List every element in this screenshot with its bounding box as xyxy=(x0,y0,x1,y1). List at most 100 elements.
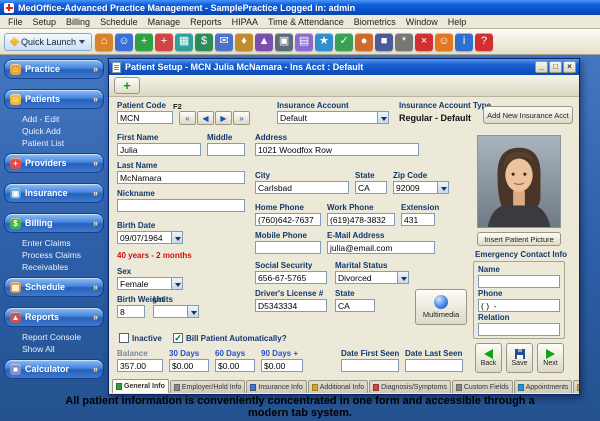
zip-code-select[interactable] xyxy=(393,181,449,194)
tab-appointments[interactable]: Appointments xyxy=(514,380,573,393)
dropdown-arrow-icon[interactable] xyxy=(397,271,409,284)
units-select[interactable] xyxy=(153,305,199,318)
payments-icon[interactable]: ♦ xyxy=(235,33,253,51)
practice-icon[interactable]: ⌂ xyxy=(95,33,113,51)
mobile-phone-input[interactable] xyxy=(255,241,321,254)
birth-date-select[interactable] xyxy=(117,231,183,244)
emergency-relation-input[interactable] xyxy=(478,323,560,336)
sidebar-item-billing[interactable]: $ Billing » xyxy=(4,213,104,233)
dropdown-arrow-icon[interactable] xyxy=(171,277,183,290)
help-icon[interactable]: ? xyxy=(475,33,493,51)
state-input[interactable] xyxy=(355,181,387,194)
schedule-icon[interactable]: ▦ xyxy=(175,33,193,51)
sidebar-link[interactable]: Report Console xyxy=(22,332,104,342)
tab-diagnosis-symptoms[interactable]: Diagnosis/Symptoms xyxy=(369,380,451,393)
checkbox-checked-icon[interactable]: ✓ xyxy=(173,333,183,343)
marital-status-input[interactable] xyxy=(335,271,397,284)
menu-item[interactable]: Reports xyxy=(185,16,227,28)
sidebar-link[interactable]: Process Claims xyxy=(22,250,104,260)
first-name-input[interactable] xyxy=(117,143,201,156)
checkbox-icon[interactable] xyxy=(119,333,129,343)
dropdown-arrow-icon[interactable] xyxy=(377,111,389,124)
quick-launch-button[interactable]: Quick Launch xyxy=(4,33,92,51)
menu-item[interactable]: Window xyxy=(401,16,443,28)
dropdown-arrow-icon[interactable] xyxy=(171,231,183,244)
emergency-phone-input[interactable] xyxy=(478,299,560,312)
calculator-icon[interactable]: ■ xyxy=(375,33,393,51)
info-icon[interactable]: i xyxy=(455,33,473,51)
sidebar-link[interactable]: Receivables xyxy=(22,262,104,272)
birth-weight-input[interactable] xyxy=(117,305,145,318)
time-attendance-icon[interactable]: ✓ xyxy=(335,33,353,51)
menu-item[interactable]: File xyxy=(3,16,28,28)
sidebar-link[interactable]: Quick Add xyxy=(22,126,104,136)
patient-add-icon[interactable]: + xyxy=(135,33,153,51)
close-icon[interactable]: × xyxy=(563,61,576,73)
menu-item[interactable]: Time & Attendance xyxy=(263,16,349,28)
print-icon[interactable]: ▣ xyxy=(275,33,293,51)
extension-input[interactable] xyxy=(401,213,435,226)
emergency-name-input[interactable] xyxy=(478,275,560,288)
sidebar-link[interactable]: Enter Claims xyxy=(22,238,104,248)
patient-code-input[interactable] xyxy=(117,111,173,124)
drivers-license-input[interactable] xyxy=(255,299,327,312)
insurance-account-select[interactable] xyxy=(277,111,389,124)
add-new-insurance-button[interactable]: Add New Insurance Acct xyxy=(483,106,573,124)
license-state-input[interactable] xyxy=(335,299,375,312)
menu-item[interactable]: Schedule xyxy=(95,16,143,28)
save-button[interactable]: Save xyxy=(506,343,533,373)
sidebar-item-reports[interactable]: ▲ Reports » xyxy=(4,307,104,327)
menu-item[interactable]: Help xyxy=(443,16,472,28)
first-record-button[interactable]: « xyxy=(179,111,196,125)
menu-item[interactable]: Billing xyxy=(61,16,95,28)
social-security-input[interactable] xyxy=(255,271,327,284)
last-name-input[interactable] xyxy=(117,171,245,184)
sidebar-item-insurance[interactable]: ▣ Insurance » xyxy=(4,183,104,203)
sidebar-link[interactable]: Add - Edit xyxy=(22,114,104,124)
tab-insurance-info[interactable]: Insurance Info xyxy=(246,380,306,393)
add-patient-button[interactable]: + xyxy=(114,77,140,94)
nickname-input[interactable] xyxy=(117,199,245,212)
maximize-icon[interactable]: □ xyxy=(549,61,562,73)
multimedia-button[interactable]: Multimedia xyxy=(415,289,467,325)
sex-input[interactable] xyxy=(117,277,171,290)
dropdown-arrow-icon[interactable] xyxy=(437,181,449,194)
menu-item[interactable]: Setup xyxy=(28,16,62,28)
sidebar-item-schedule[interactable]: ▦ Schedule » xyxy=(4,277,104,297)
bill-automatically-checkbox[interactable]: ✓ Bill Patient Automatically? xyxy=(173,333,287,343)
tab-additional-info[interactable]: Additional Info xyxy=(308,380,368,393)
inactive-checkbox[interactable]: Inactive xyxy=(119,333,162,343)
settings-icon[interactable]: * xyxy=(395,33,413,51)
menu-item[interactable]: Biometrics xyxy=(349,16,401,28)
documents-icon[interactable]: ▤ xyxy=(295,33,313,51)
sidebar-item-patients[interactable]: ☺ Patients » xyxy=(4,89,104,109)
sidebar-item-providers[interactable]: + Providers » xyxy=(4,153,104,173)
sidebar-item-calculator[interactable]: ■ Calculator » xyxy=(4,359,104,379)
billing-icon[interactable]: $ xyxy=(195,33,213,51)
birth-date-input[interactable] xyxy=(117,231,171,244)
minimize-icon[interactable]: _ xyxy=(535,61,548,73)
previous-record-button[interactable]: ◀ xyxy=(197,111,214,125)
back-button[interactable]: Back xyxy=(475,343,502,373)
claims-icon[interactable]: ✉ xyxy=(215,33,233,51)
tab-general-info[interactable]: General Info xyxy=(112,379,169,393)
sidebar-link[interactable]: Show All xyxy=(22,344,104,354)
tab-employer-hold-info[interactable]: Employer/Hold Info xyxy=(170,380,246,393)
tab-patient-notes[interactable]: Patient Notes xyxy=(573,380,579,393)
middle-name-input[interactable] xyxy=(207,143,245,156)
email-input[interactable] xyxy=(327,241,435,254)
zip-code-input[interactable] xyxy=(393,181,437,194)
biometrics-icon[interactable]: ● xyxy=(355,33,373,51)
home-phone-input[interactable] xyxy=(255,213,321,226)
next-button[interactable]: Next xyxy=(537,343,564,373)
dropdown-arrow-icon[interactable] xyxy=(187,305,199,318)
hipaa-icon[interactable]: ★ xyxy=(315,33,333,51)
menu-item[interactable]: Manage xyxy=(143,16,186,28)
tab-custom-fields[interactable]: Custom Fields xyxy=(452,380,513,393)
address-input[interactable] xyxy=(255,143,419,156)
sidebar-link[interactable]: Patient List xyxy=(22,138,104,148)
user-session-icon[interactable]: ☺ xyxy=(435,33,453,51)
last-record-button[interactable]: » xyxy=(233,111,250,125)
sex-select[interactable] xyxy=(117,277,183,290)
insert-patient-picture-button[interactable]: Insert Patient Picture xyxy=(477,232,561,246)
